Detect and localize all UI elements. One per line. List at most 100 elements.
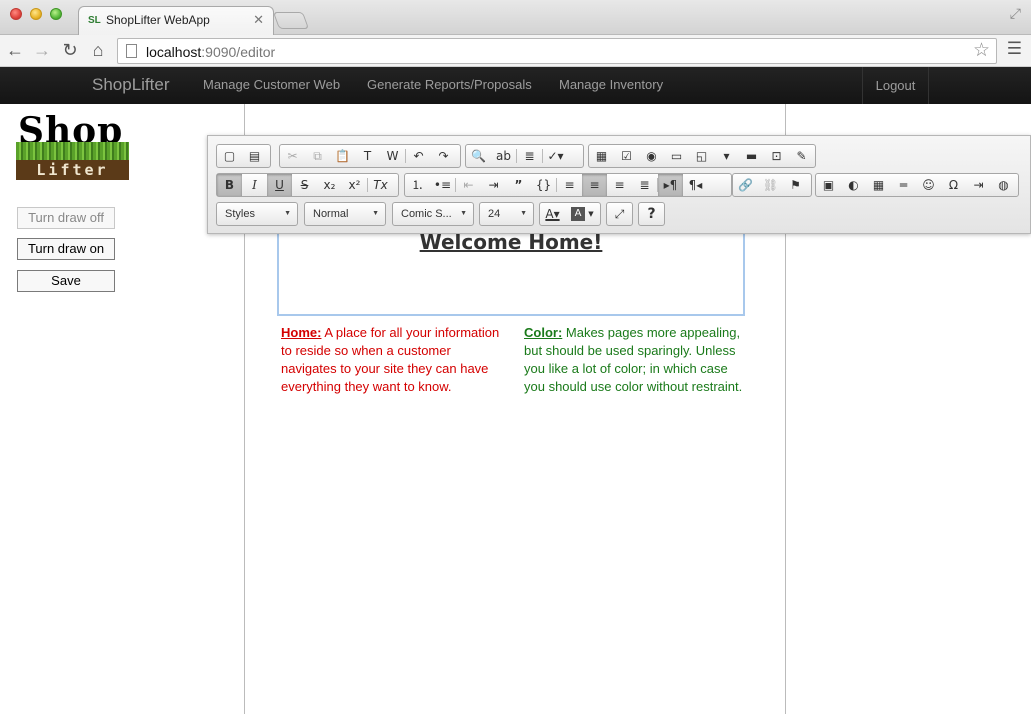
smiley-icon[interactable]: ☺ <box>916 174 941 196</box>
align-right-icon[interactable]: ≡ <box>607 174 632 196</box>
insert-group: ▣ ◐ ▦ ═ ☺ Ω ⇥ ◍ <box>815 173 1019 197</box>
align-center-icon[interactable]: ≡ <box>582 174 607 196</box>
nav-generate-reports[interactable]: Generate Reports/Proposals <box>367 77 532 92</box>
blockquote-icon[interactable]: ” <box>506 174 531 196</box>
select-field-icon[interactable]: ▾ <box>714 145 739 167</box>
turn-draw-on-button[interactable]: Turn draw on <box>17 238 115 260</box>
indent-icon[interactable]: ⇥ <box>481 174 506 196</box>
bookmark-star-icon[interactable]: ☆ <box>973 39 990 62</box>
unlink-icon[interactable]: ⛓ <box>758 174 783 196</box>
forward-icon[interactable]: → <box>31 39 53 61</box>
browser-titlebar: SL ShopLifter WebApp ✕ ⤢ <box>0 0 1031 36</box>
logout-link[interactable]: Logout <box>862 67 929 104</box>
flash-icon[interactable]: ◐ <box>841 174 866 196</box>
about-group: ? <box>638 202 665 226</box>
ltr-icon[interactable]: ▸¶ <box>658 174 683 196</box>
justify-icon[interactable]: ≣ <box>632 174 657 196</box>
color-paragraph[interactable]: Color: Makes pages more appealing, but s… <box>524 324 744 396</box>
bold-icon[interactable]: B <box>217 174 242 196</box>
paste-icon[interactable]: 📋 <box>330 145 355 167</box>
strike-icon[interactable]: S <box>292 174 317 196</box>
textarea-icon[interactable]: ◱ <box>689 145 714 167</box>
find-icon[interactable]: 🔍 <box>466 145 491 167</box>
anchor-icon[interactable]: ⚑ <box>783 174 808 196</box>
home-paragraph[interactable]: Home: A place for all your information t… <box>281 324 501 396</box>
new-page-icon[interactable]: ▢ <box>217 145 242 167</box>
cut-icon[interactable]: ✂ <box>280 145 305 167</box>
styles-dropdown[interactable]: Styles ▼ <box>216 202 298 226</box>
nav-manage-customer-web[interactable]: Manage Customer Web <box>203 77 340 92</box>
minimize-window-button[interactable] <box>30 8 42 20</box>
rtl-icon[interactable]: ¶◂ <box>683 174 708 196</box>
document-group: ▢ ▤ <box>216 144 271 168</box>
italic-icon[interactable]: I <box>242 174 267 196</box>
checkbox-icon[interactable]: ☑ <box>614 145 639 167</box>
preview-icon[interactable]: ▤ <box>242 145 267 167</box>
redo-icon[interactable]: ↷ <box>431 145 456 167</box>
image-button-icon[interactable]: ⊡ <box>764 145 789 167</box>
spellcheck-icon[interactable]: ✓▾ <box>543 145 568 167</box>
help-icon[interactable]: ? <box>639 203 664 225</box>
div-icon[interactable]: {} <box>531 174 556 196</box>
zoom-window-button[interactable] <box>50 8 62 20</box>
textfield-icon[interactable]: ▭ <box>664 145 689 167</box>
hidden-field-icon[interactable]: ✎ <box>789 145 814 167</box>
underline-icon[interactable]: U <box>267 174 292 196</box>
table-icon[interactable]: ▦ <box>866 174 891 196</box>
form-icon[interactable]: ▦ <box>589 145 614 167</box>
favicon-icon: SL <box>88 15 101 26</box>
address-bar[interactable]: localhost:9090/editor ☆ <box>117 38 997 64</box>
font-size-dropdown[interactable]: 24 ▼ <box>479 202 534 226</box>
button-field-icon[interactable]: ▬ <box>739 145 764 167</box>
browser-toolbar: ← → ↻ ⌂ localhost:9090/editor ☆ ☰ <box>0 35 1031 67</box>
browser-tab[interactable]: SL ShopLifter WebApp ✕ <box>78 6 274 36</box>
new-tab-button[interactable] <box>272 12 310 29</box>
back-icon[interactable]: ← <box>4 39 26 61</box>
reload-icon[interactable]: ↻ <box>59 39 81 61</box>
bulleted-list-icon[interactable]: •≡ <box>430 174 455 196</box>
logo-grass <box>16 142 129 162</box>
page-break-icon[interactable]: ⇥ <box>966 174 991 196</box>
link-icon[interactable]: 🔗 <box>733 174 758 196</box>
format-dropdown[interactable]: Normal ▼ <box>304 202 386 226</box>
paragraph-group: ⒈ •≡ ⇤ ⇥ ” {} ≡ ≡ ≡ ≣ ▸¶ ¶◂ <box>404 173 732 197</box>
logo-lifter-text: Lifter <box>36 161 109 179</box>
home-icon[interactable]: ⌂ <box>87 39 109 61</box>
font-size-dropdown-label: 24 <box>488 208 501 220</box>
text-color-icon[interactable]: A▾ <box>540 203 565 225</box>
subscript-icon[interactable]: x₂ <box>317 174 342 196</box>
copy-icon[interactable]: ⧉ <box>305 145 330 167</box>
superscript-icon[interactable]: x² <box>342 174 367 196</box>
shoplifter-logo: Shop Lifter <box>16 110 130 182</box>
undo-icon[interactable]: ↶ <box>406 145 431 167</box>
image-icon[interactable]: ▣ <box>816 174 841 196</box>
turn-draw-off-button[interactable]: Turn draw off <box>17 207 115 229</box>
align-left-icon[interactable]: ≡ <box>557 174 582 196</box>
tab-close-icon[interactable]: ✕ <box>253 12 264 28</box>
replace-icon[interactable]: ab <box>491 145 516 167</box>
save-button[interactable]: Save <box>17 270 115 292</box>
horizontal-rule-icon[interactable]: ═ <box>891 174 916 196</box>
remove-format-icon[interactable]: Tx <box>368 174 393 196</box>
bg-color-icon[interactable]: A <box>571 207 585 221</box>
chevron-down-icon[interactable]: ▼ <box>585 203 597 225</box>
special-char-icon[interactable]: Ω <box>941 174 966 196</box>
rich-text-toolbar: ▢ ▤ ✂ ⧉ 📋 T W ↶ ↷ 🔍 ab ≣ ✓▾ ▦ ☑ ◉ ▭ ◱ ▾ … <box>207 135 1031 234</box>
browser-menu-icon[interactable]: ☰ <box>1007 39 1022 59</box>
paste-text-icon[interactable]: T <box>355 145 380 167</box>
numbered-list-icon[interactable]: ⒈ <box>405 174 430 196</box>
close-window-button[interactable] <box>10 8 22 20</box>
fullscreen-icon[interactable]: ⤢ <box>1010 5 1021 22</box>
maximize-icon[interactable]: ⤢ <box>607 203 632 225</box>
brand-link[interactable]: ShopLifter <box>92 75 170 95</box>
links-group: 🔗 ⛓ ⚑ <box>732 173 812 197</box>
tools-group: ⤢ <box>606 202 633 226</box>
colors-group: A▾ A ▼ <box>539 202 601 226</box>
paste-word-icon[interactable]: W <box>380 145 405 167</box>
radio-icon[interactable]: ◉ <box>639 145 664 167</box>
nav-manage-inventory[interactable]: Manage Inventory <box>559 77 663 92</box>
outdent-icon[interactable]: ⇤ <box>456 174 481 196</box>
select-all-icon[interactable]: ≣ <box>517 145 542 167</box>
font-dropdown[interactable]: Comic S... ▼ <box>392 202 474 226</box>
iframe-icon[interactable]: ◍ <box>991 174 1016 196</box>
